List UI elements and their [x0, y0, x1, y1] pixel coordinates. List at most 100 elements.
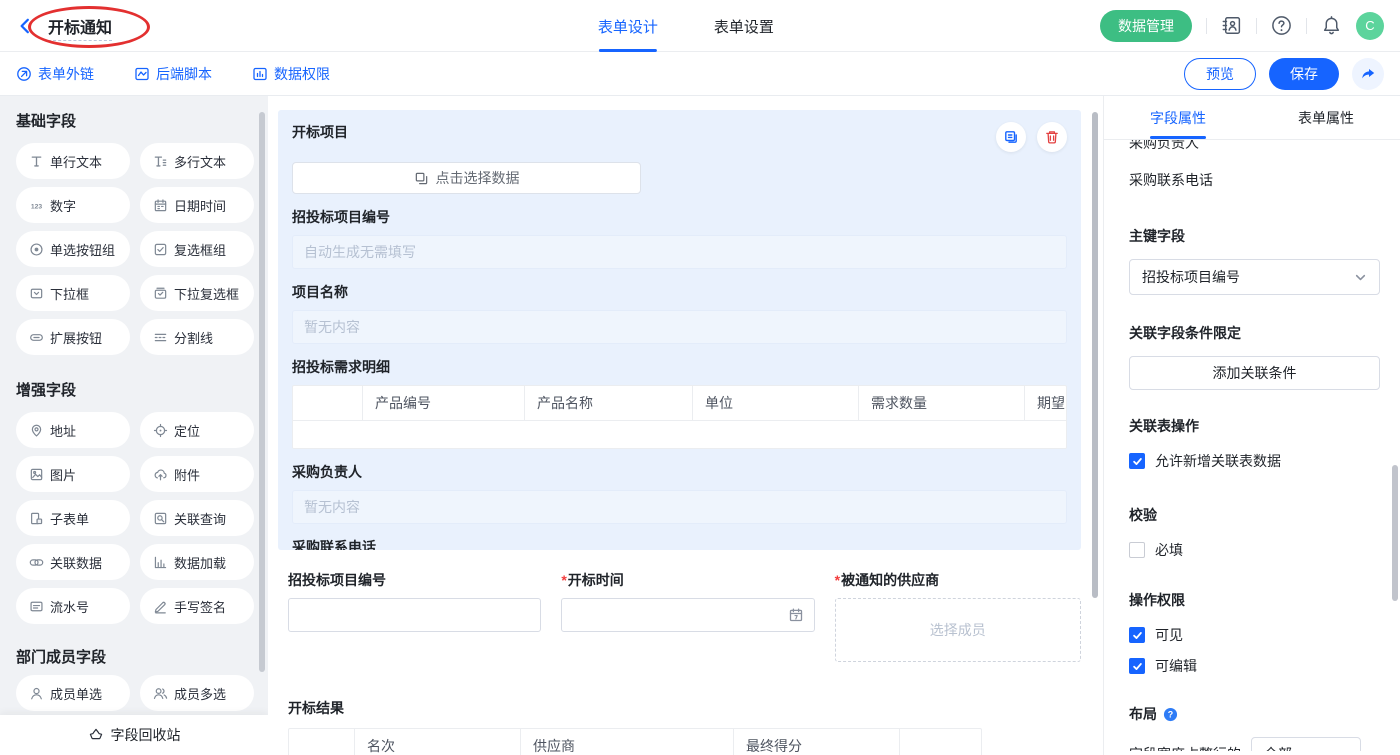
field-item-multi-select[interactable]: 下拉复选框	[140, 275, 254, 311]
canvas-field-label: *被通知的供应商	[835, 570, 1081, 590]
field-item-signature[interactable]: 手写签名	[140, 588, 254, 624]
field-item-divider[interactable]: 分割线	[140, 319, 254, 355]
sidebar-scrollbar[interactable]	[259, 112, 265, 672]
data-manage-button[interactable]: 数据管理	[1100, 10, 1192, 42]
date-input[interactable]	[561, 598, 814, 632]
field-item-subform[interactable]: 子表单	[16, 500, 130, 536]
toolbar-link[interactable]: 后端脚本	[134, 64, 212, 84]
field-item-label: 成员多选	[174, 684, 226, 703]
related-field-item[interactable]: 采购联系电话	[1129, 170, 1380, 190]
back-icon[interactable]	[16, 17, 34, 35]
field-library-sidebar: 基础字段单行文本多行文本123数字日期时间单选按钮组复选框组下拉框下拉复选框扩展…	[0, 96, 268, 755]
sidebar-section-grid: 地址 定位图片 附件子表单关联查询关联数据数据加载流水号手写签名	[16, 412, 254, 624]
block-title: 开标项目	[292, 122, 348, 142]
field-item-single-text[interactable]: 单行文本	[16, 143, 130, 179]
field-item-label: 定位	[174, 421, 200, 440]
text-input[interactable]	[288, 598, 541, 632]
field-item-number[interactable]: 123数字	[16, 187, 130, 223]
required-checkbox[interactable]	[1129, 542, 1145, 558]
field-item-label: 地址	[50, 421, 76, 440]
avatar[interactable]: C	[1356, 12, 1384, 40]
table-header-cell	[289, 729, 355, 755]
ext-button-icon	[29, 330, 44, 345]
field-item-data-load[interactable]: 数据加载	[140, 544, 254, 580]
header-tab-active[interactable]: 表单设计	[598, 0, 658, 52]
field-item-label: 附件	[174, 465, 200, 484]
bell-icon[interactable]	[1321, 15, 1342, 36]
editable-checkbox[interactable]	[1129, 658, 1145, 674]
panel-scrollbar[interactable]	[1392, 465, 1398, 601]
field-item-rel-data[interactable]: 关联数据	[16, 544, 130, 580]
member-select-box[interactable]: 选择成员	[835, 598, 1081, 662]
form-title-wrap[interactable]: 开标通知	[42, 12, 118, 40]
help-icon[interactable]	[1271, 15, 1292, 36]
field-item-checkbox-group[interactable]: 复选框组	[140, 231, 254, 267]
field-item-multi-text[interactable]: 多行文本	[140, 143, 254, 179]
add-condition-button[interactable]: 添加关联条件	[1129, 356, 1380, 390]
contact-book-icon[interactable]	[1221, 15, 1242, 36]
field-width-select[interactable]: 全部	[1251, 737, 1361, 751]
table-header-cell: 单位	[693, 386, 859, 420]
allow-add-relation-checkbox[interactable]	[1129, 453, 1145, 469]
field-item-select[interactable]: 下拉框	[16, 275, 130, 311]
allow-add-relation-row: 允许新增关联表数据	[1129, 451, 1380, 471]
signature-icon	[153, 599, 168, 614]
address-icon	[29, 423, 44, 438]
serial-icon	[29, 599, 44, 614]
field-item-member-single[interactable]: 成员单选	[16, 675, 130, 711]
block-field[interactable]: 采购负责人暂无内容	[292, 462, 1067, 524]
field-item-attachment[interactable]: 附件	[140, 456, 254, 492]
select-data-button[interactable]: 点击选择数据	[292, 162, 641, 194]
field-item-member-multi[interactable]: 成员多选	[140, 675, 254, 711]
block-field[interactable]: 项目名称暂无内容	[292, 282, 1067, 344]
field-item-serial[interactable]: 流水号	[16, 588, 130, 624]
canvas-field-input[interactable]: 招投标项目编号	[288, 570, 541, 662]
header-tab-inactive[interactable]: 表单设置	[714, 0, 774, 52]
sidebar-section-title: 增强字段	[16, 379, 254, 400]
table-header-cell: 供应商	[521, 729, 734, 755]
question-circle-icon[interactable]: ?	[1163, 707, 1178, 722]
data-permission-icon	[252, 66, 268, 82]
multi-text-icon	[153, 154, 168, 169]
toolbar-link[interactable]: 数据权限	[252, 64, 330, 84]
subform-icon	[29, 511, 44, 526]
condition-label: 关联字段条件限定	[1129, 323, 1380, 343]
field-item-rel-query[interactable]: 关联查询	[140, 500, 254, 536]
rel-query-icon	[153, 511, 168, 526]
divider	[1306, 18, 1307, 34]
field-item-label: 下拉复选框	[174, 284, 239, 303]
field-item-ext-button[interactable]: 扩展按钮	[16, 319, 130, 355]
panel-tab-active[interactable]: 字段属性	[1104, 96, 1252, 139]
toolbar-link[interactable]: 表单外链	[16, 64, 94, 84]
primary-key-select[interactable]: 招投标项目编号	[1129, 259, 1380, 295]
block-field[interactable]: 采购联系电话暂无内容	[292, 537, 1067, 550]
chevron-down-icon	[1354, 271, 1367, 284]
single-text-icon	[29, 154, 44, 169]
delete-field-button[interactable]	[1037, 122, 1067, 152]
field-item-image[interactable]: 图片	[16, 456, 130, 492]
field-item-locate[interactable]: 定位	[140, 412, 254, 448]
visible-checkbox[interactable]	[1129, 627, 1145, 643]
field-recycle-button[interactable]: 字段回收站	[0, 715, 268, 755]
canvas-field-member[interactable]: *被通知的供应商选择成员	[835, 570, 1081, 662]
field-item-datetime[interactable]: 日期时间	[140, 187, 254, 223]
block-field-input: 暂无内容	[292, 490, 1067, 524]
block-field-label: 招投标项目编号	[292, 207, 1067, 227]
preview-button[interactable]: 预览	[1184, 58, 1256, 90]
save-button[interactable]: 保存	[1269, 58, 1339, 90]
field-item-label: 数字	[50, 196, 76, 215]
recycle-label: 字段回收站	[111, 725, 181, 745]
block-field[interactable]: 招投标项目编号自动生成无需填写	[292, 207, 1067, 269]
canvas-scrollbar[interactable]	[1092, 112, 1098, 598]
canvas-field-date[interactable]: *开标时间	[561, 570, 814, 662]
copy-field-button[interactable]	[996, 122, 1026, 152]
panel-tab-inactive[interactable]: 表单属性	[1252, 96, 1400, 139]
share-button[interactable]	[1352, 58, 1384, 90]
field-item-label: 单行文本	[50, 152, 102, 171]
data-load-icon	[153, 555, 168, 570]
field-item-address[interactable]: 地址	[16, 412, 130, 448]
form-canvas: 开标项目 点击选择数据 招投标项目编号自动生成无需填写项目名称暂无内容	[268, 96, 1103, 755]
related-field-item[interactable]: 采购负责人	[1129, 140, 1380, 153]
field-item-radio-group[interactable]: 单选按钮组	[16, 231, 130, 267]
selected-field-block[interactable]: 开标项目 点击选择数据 招投标项目编号自动生成无需填写项目名称暂无内容	[278, 110, 1081, 550]
